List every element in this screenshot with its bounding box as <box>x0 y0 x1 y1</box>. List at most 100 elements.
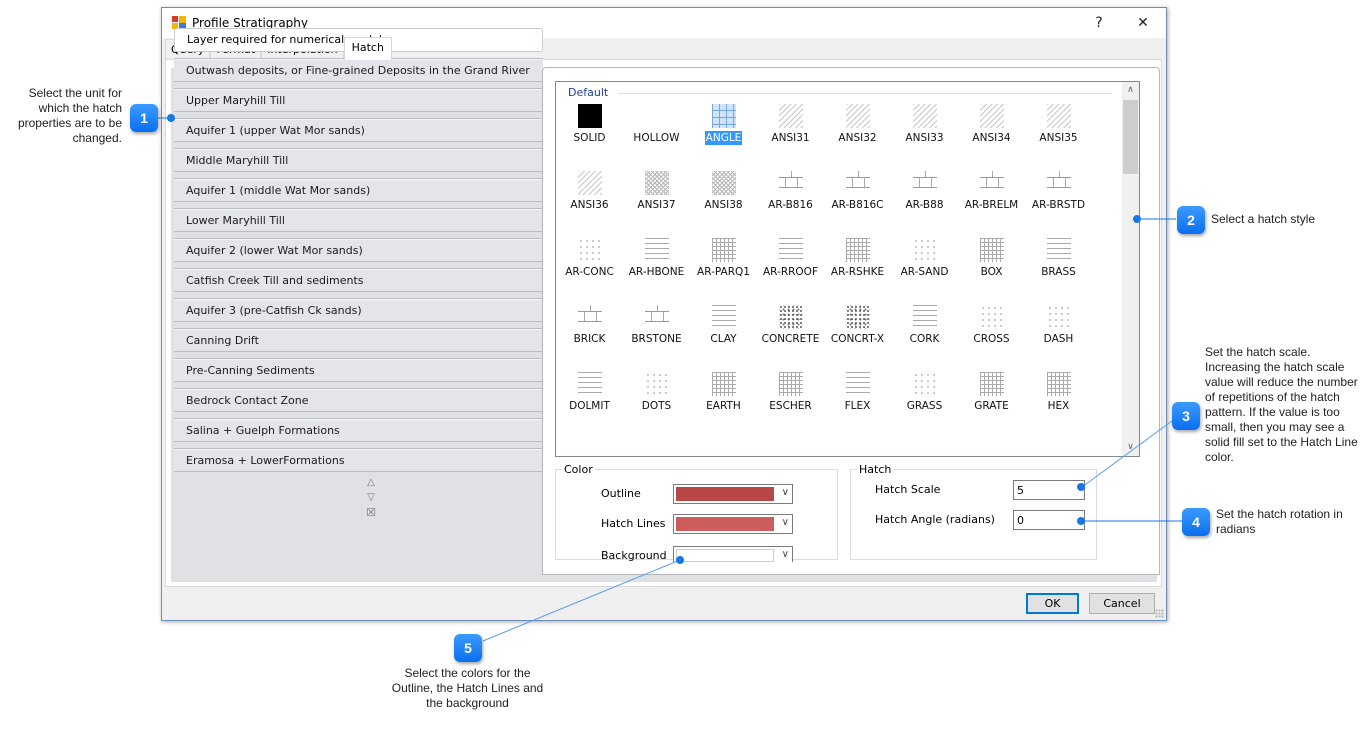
hatch-item[interactable]: AR-B816C <box>824 171 891 233</box>
hatch-item-label: GRASS <box>906 400 943 412</box>
background-color-select[interactable]: ∨ <box>673 546 793 562</box>
hatch-item[interactable]: HEX <box>1025 372 1092 434</box>
ok-button[interactable]: OK <box>1026 593 1079 614</box>
unit-row[interactable]: Outwash deposits, or Fine-grained Deposi… <box>174 58 543 100</box>
hatch-item[interactable]: GRATE <box>958 372 1025 434</box>
callout-1-anchor <box>167 114 175 122</box>
hatch-item[interactable]: AR-HBONE <box>623 238 690 300</box>
hatch-item[interactable]: AR-SAND <box>891 238 958 300</box>
unit-row[interactable]: Pre-Canning Sediments <box>174 358 543 382</box>
hatch-item[interactable]: CONCRETE <box>757 305 824 367</box>
hatch-item[interactable]: DOTS <box>623 372 690 434</box>
move-down-icon[interactable]: ▽ <box>364 492 378 503</box>
hatch-lines-color-select[interactable]: ∨ <box>673 514 793 534</box>
scroll-up-icon[interactable]: ∧ <box>1122 82 1139 99</box>
hatch-item[interactable]: AR-RROOF <box>757 238 824 300</box>
hatch-swatch-icon <box>712 372 736 396</box>
hatch-style-list[interactable]: Default SOLID HOLLOW ANGLE ANSI31 ANSI32 ANSI… <box>555 81 1140 457</box>
color-group-legend: Color <box>564 463 593 476</box>
hatch-item[interactable] <box>891 439 958 456</box>
hatch-item[interactable]: ANSI31 <box>757 104 824 166</box>
hatch-item[interactable]: AR-BRELM <box>958 171 1025 233</box>
hatch-item[interactable]: AR-BRSTD <box>1025 171 1092 233</box>
hatch-scale-input[interactable] <box>1013 480 1085 500</box>
hatch-item[interactable]: AR-B88 <box>891 171 958 233</box>
callout-text-5: Select the colors for the Outline, the H… <box>391 666 544 710</box>
callout-2-anchor <box>1133 215 1141 223</box>
hatch-item-label: AR-PARQ1 <box>697 266 750 278</box>
hatch-item[interactable]: BOX <box>958 238 1025 300</box>
hatch-swatch-icon <box>913 439 937 456</box>
unit-row[interactable]: Catfish Creek Till and sediments <box>174 268 543 292</box>
hatch-item[interactable]: AR-CONC <box>556 238 623 300</box>
unit-row[interactable]: Canning Drift <box>174 328 543 352</box>
hatch-item[interactable] <box>556 439 623 456</box>
hatch-item[interactable]: AR-PARQ1 <box>690 238 757 300</box>
hatch-item[interactable]: CONCRT-X <box>824 305 891 367</box>
hatch-item[interactable]: ANSI37 <box>623 171 690 233</box>
hatch-item[interactable]: BRSTONE <box>623 305 690 367</box>
move-up-icon[interactable]: △ <box>364 477 378 488</box>
callout-badge-5: 5 <box>454 634 482 662</box>
hatch-item[interactable]: ANSI32 <box>824 104 891 166</box>
hatch-item[interactable]: SOLID <box>556 104 623 166</box>
hatch-item[interactable] <box>690 439 757 456</box>
hatch-item[interactable]: ESCHER <box>757 372 824 434</box>
delete-icon[interactable]: ☒ <box>364 506 378 519</box>
resize-grip[interactable] <box>1155 609 1164 618</box>
hatch-item[interactable]: AR-B816 <box>757 171 824 233</box>
hatch-item[interactable]: GRASS <box>891 372 958 434</box>
unit-row[interactable]: Aquifer 2 (lower Wat Mor sands) <box>174 238 543 262</box>
unit-row[interactable]: Eramosa + LowerFormations <box>174 448 543 472</box>
tab-hatch[interactable]: Hatch <box>343 37 392 60</box>
hatch-item[interactable]: CORK <box>891 305 958 367</box>
unit-row[interactable]: Upper Maryhill Till <box>174 88 543 112</box>
hatch-item[interactable]: BRASS <box>1025 238 1092 300</box>
outline-color-select[interactable]: ∨ <box>673 484 793 504</box>
hatch-item[interactable]: CROSS <box>958 305 1025 367</box>
hatch-item[interactable]: CLAY <box>690 305 757 367</box>
hatch-item[interactable]: BRICK <box>556 305 623 367</box>
hatch-item[interactable]: DASH <box>1025 305 1092 367</box>
hatch-item[interactable]: ANSI36 <box>556 171 623 233</box>
hatch-swatch-icon <box>1047 238 1071 262</box>
unit-row[interactable]: Bedrock Contact Zone <box>174 388 543 412</box>
hatch-item-label: CONCRETE <box>761 333 820 345</box>
hatch-item-label: HOLLOW <box>633 132 680 144</box>
unit-row[interactable]: Lower Maryhill Till <box>174 208 543 232</box>
unit-row[interactable]: Salina + Guelph Formations <box>174 418 543 442</box>
hatch-swatch-icon <box>779 171 803 195</box>
hatch-angle-input[interactable] <box>1013 510 1085 530</box>
hatch-item[interactable] <box>1025 439 1092 456</box>
hatch-item[interactable] <box>958 439 1025 456</box>
hatch-item[interactable]: ANGLE <box>690 104 757 166</box>
scrollbar-thumb[interactable] <box>1123 100 1138 174</box>
hatch-item[interactable]: ANSI33 <box>891 104 958 166</box>
hatch-group-legend: Hatch <box>859 463 892 476</box>
hatch-item-label: HEX <box>1047 400 1070 412</box>
hatch-item[interactable]: AR-RSHKE <box>824 238 891 300</box>
hatch-item[interactable]: ANSI34 <box>958 104 1025 166</box>
hatch-item[interactable] <box>757 439 824 456</box>
hatch-item[interactable]: ANSI35 <box>1025 104 1092 166</box>
hatch-item[interactable] <box>824 439 891 456</box>
help-button[interactable]: ? <box>1084 12 1114 34</box>
hatch-item-label: ANSI31 <box>771 132 810 144</box>
outline-swatch <box>676 487 774 501</box>
hatch-list-scrollbar[interactable]: ∧ ∨ <box>1122 82 1139 456</box>
hatch-item[interactable]: FLEX <box>824 372 891 434</box>
unit-row[interactable]: Aquifer 1 (upper Wat Mor sands) <box>174 118 543 142</box>
group-divider <box>618 93 1111 94</box>
hatch-item[interactable] <box>623 439 690 456</box>
cancel-button[interactable]: Cancel <box>1089 593 1155 614</box>
hatch-item[interactable]: DOLMIT <box>556 372 623 434</box>
scroll-down-icon[interactable]: ∨ <box>1122 439 1139 456</box>
unit-row[interactable]: Middle Maryhill Till <box>174 148 543 172</box>
close-button[interactable]: ✕ <box>1128 12 1158 34</box>
unit-row[interactable]: Aquifer 3 (pre-Catfish Ck sands) <box>174 298 543 322</box>
hatch-item[interactable]: ANSI38 <box>690 171 757 233</box>
hatch-item[interactable]: EARTH <box>690 372 757 434</box>
hatch-item[interactable]: HOLLOW <box>623 104 690 166</box>
unit-row[interactable]: Aquifer 1 (middle Wat Mor sands) <box>174 178 543 202</box>
hatch-swatch-icon <box>645 238 669 262</box>
